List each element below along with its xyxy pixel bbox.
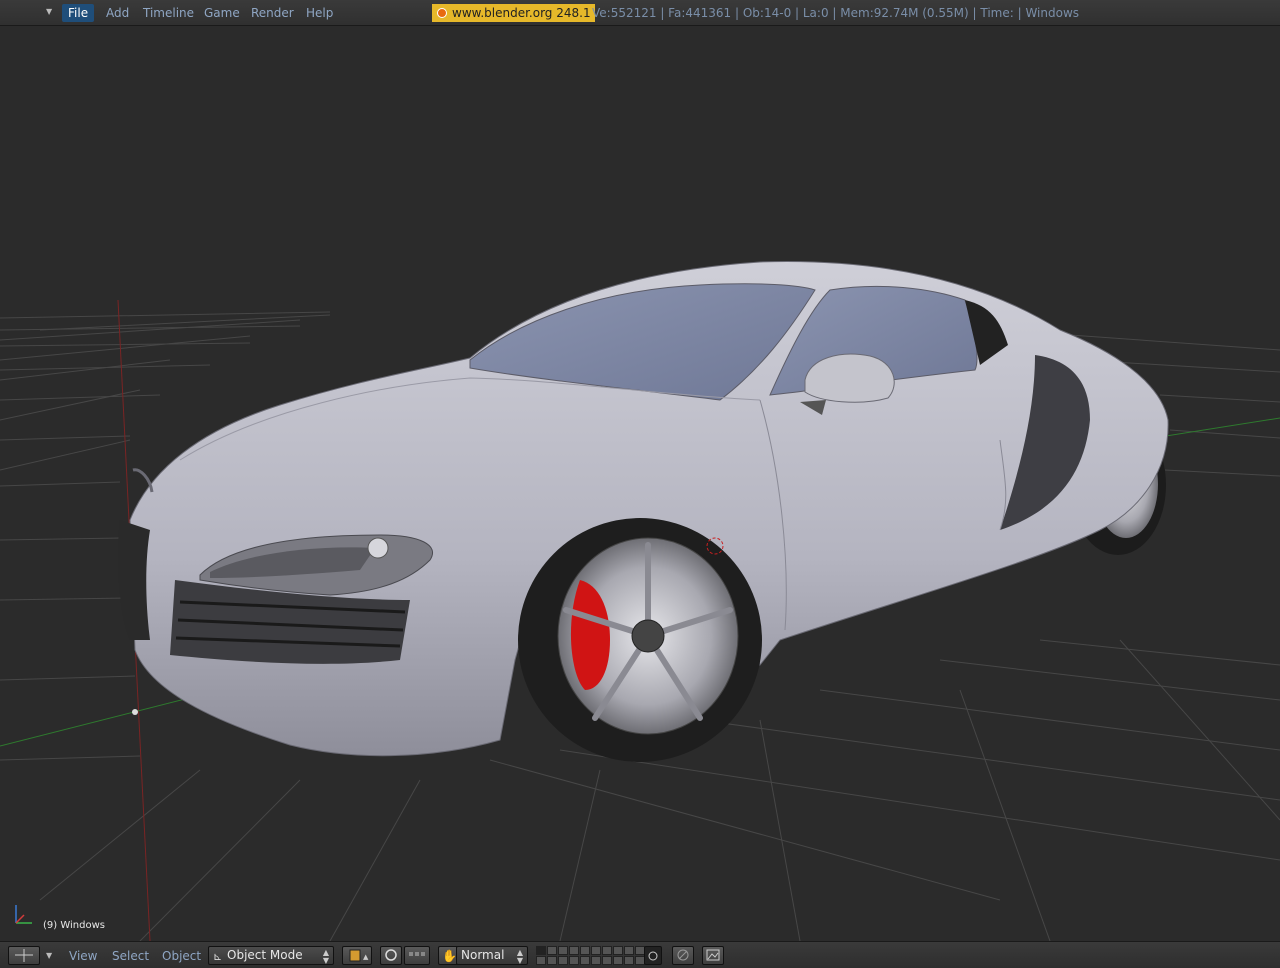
menu-file[interactable]: File — [62, 4, 95, 22]
menu-game[interactable]: Game — [198, 4, 246, 22]
dropdown-arrows-icon: ▲ ▼ — [322, 948, 329, 965]
menu-timeline[interactable]: Timeline — [137, 4, 200, 22]
svg-text:▲: ▲ — [363, 953, 369, 961]
layer-buttons-left[interactable] — [536, 946, 590, 965]
origin-point — [132, 709, 138, 715]
lock-icon[interactable] — [644, 946, 662, 965]
view-type-icon[interactable] — [8, 946, 40, 965]
draw-type-icon[interactable]: ▲ — [342, 946, 372, 965]
menu-add[interactable]: Add — [100, 4, 135, 22]
scene-stats: Ve:552121 | Fa:441361 | Ob:14-0 | La:0 |… — [592, 6, 1080, 20]
mode-dropdown[interactable]: ⊾ Object Mode ▲ ▼ — [208, 946, 334, 965]
layer-buttons-right[interactable] — [591, 946, 645, 965]
manipulator-icon[interactable] — [404, 946, 430, 965]
render-icon[interactable] — [702, 946, 724, 965]
snap-icon[interactable] — [672, 946, 694, 965]
dropdown-arrows-icon: ▲ ▼ — [516, 948, 523, 965]
3d-viewport[interactable]: (9) Windows — [0, 27, 1280, 941]
shading-dropdown[interactable]: Normal ▲ ▼ — [456, 946, 528, 965]
car-model — [118, 261, 1169, 762]
menu-object[interactable]: Object — [162, 947, 201, 965]
version-label: www.blender.org 248.1 — [452, 6, 591, 20]
blender-version-badge: www.blender.org 248.1 — [432, 4, 595, 22]
menu-view[interactable]: View — [69, 947, 97, 965]
blender-logo-icon — [437, 8, 447, 18]
header-collapse-icon[interactable]: ▼ — [46, 947, 52, 965]
top-header: ▼ File Add Timeline Game Render Help www… — [0, 0, 1280, 26]
grab-icon[interactable]: ✋ — [438, 946, 458, 965]
menu-select[interactable]: Select — [112, 947, 149, 965]
menu-help[interactable]: Help — [300, 4, 339, 22]
active-object-label: (9) Windows — [43, 920, 105, 931]
object-mode-icon: ⊾ — [213, 950, 223, 963]
menu-collapse-icon[interactable]: ▼ — [46, 7, 56, 17]
mode-label: Object Mode — [227, 948, 303, 962]
menu-render[interactable]: Render — [245, 4, 300, 22]
view-axis-icon — [10, 901, 38, 929]
shading-label: Normal — [461, 948, 505, 962]
viewport-scene — [0, 261, 1280, 941]
viewport-header: ▼ View Select Object ⊾ Object Mode ▲ ▼ ▲ … — [0, 941, 1280, 968]
svg-text:✋: ✋ — [442, 949, 457, 963]
pivot-icon[interactable] — [380, 946, 402, 965]
